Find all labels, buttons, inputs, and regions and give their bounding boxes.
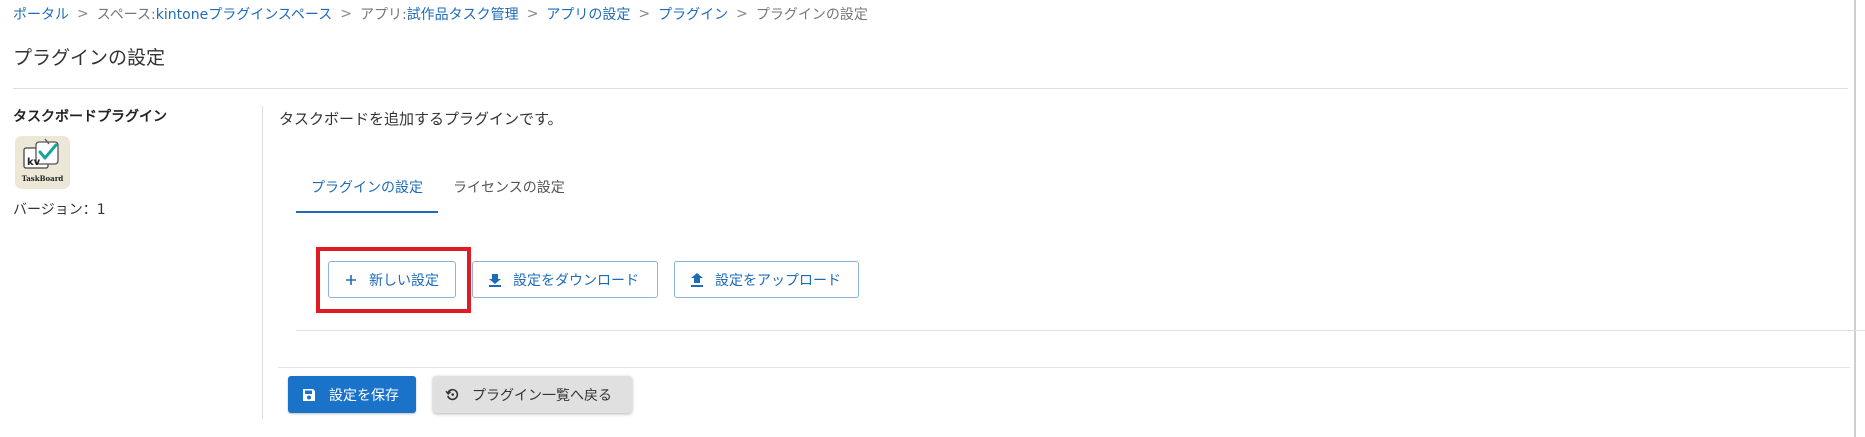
plus-icon bbox=[343, 272, 359, 288]
upload-icon bbox=[689, 272, 705, 288]
download-icon bbox=[487, 272, 503, 288]
plugin-name: タスクボードプラグイン bbox=[13, 109, 167, 125]
new-setting-label: 新しい設定 bbox=[369, 272, 439, 289]
upload-setting-button[interactable]: 設定をアップロード bbox=[674, 261, 859, 298]
plugin-description: タスクボードを追加するプラグインです。 bbox=[279, 110, 563, 128]
history-icon bbox=[444, 387, 460, 403]
back-to-plugins-button[interactable]: プラグイン一覧へ戻る bbox=[433, 376, 632, 413]
plugin-icon-kv-text: kv bbox=[27, 157, 41, 168]
breadcrumb-separator: > bbox=[638, 6, 651, 22]
tab-plugin-settings[interactable]: プラグインの設定 bbox=[296, 173, 438, 213]
tab-license-settings[interactable]: ライセンスの設定 bbox=[438, 173, 580, 213]
save-settings-button[interactable]: 設定を保存 bbox=[288, 376, 416, 413]
breadcrumb-separator: > bbox=[526, 6, 539, 22]
breadcrumb-plugins-link[interactable]: プラグイン bbox=[658, 4, 728, 24]
taskboard-plugin-icon: kv TaskBoard bbox=[15, 136, 70, 189]
breadcrumb-app-settings-link[interactable]: アプリの設定 bbox=[546, 4, 630, 24]
breadcrumb-separator: > bbox=[340, 6, 352, 22]
breadcrumb-separator: > bbox=[736, 6, 748, 22]
page-title: プラグインの設定 bbox=[13, 47, 166, 69]
back-to-plugins-label: プラグイン一覧へ戻る bbox=[472, 387, 612, 404]
settings-tabs: プラグインの設定 ライセンスの設定 bbox=[296, 173, 580, 213]
save-icon bbox=[301, 387, 317, 403]
plugin-version: バージョン：1 bbox=[13, 202, 106, 218]
download-setting-button[interactable]: 設定をダウンロード bbox=[472, 261, 658, 298]
breadcrumb-current: プラグインの設定 bbox=[755, 7, 868, 23]
breadcrumb-app-prefix: アプリ: bbox=[359, 7, 407, 23]
plugin-icon-label: TaskBoard bbox=[21, 174, 64, 183]
breadcrumb-space-link[interactable]: kintoneプラグインスペース bbox=[156, 4, 332, 24]
footer-divider bbox=[278, 367, 1850, 368]
page-scroll-edge bbox=[1854, 0, 1856, 437]
breadcrumb-separator: > bbox=[77, 6, 89, 22]
breadcrumb-portal-link[interactable]: ポータル bbox=[13, 4, 69, 24]
section-divider bbox=[296, 330, 1865, 331]
breadcrumb-app-link[interactable]: 試作品タスク管理 bbox=[407, 4, 519, 24]
new-setting-button[interactable]: 新しい設定 bbox=[328, 261, 456, 298]
upload-setting-label: 設定をアップロード bbox=[715, 272, 841, 289]
breadcrumb: ポータル > スペース: kintoneプラグインスペース > アプリ: 試作品… bbox=[13, 4, 868, 24]
panel-divider bbox=[262, 106, 263, 419]
save-settings-label: 設定を保存 bbox=[329, 387, 399, 404]
title-divider bbox=[13, 88, 1848, 89]
breadcrumb-space-prefix: スペース: bbox=[96, 7, 156, 23]
download-setting-label: 設定をダウンロード bbox=[513, 272, 639, 289]
